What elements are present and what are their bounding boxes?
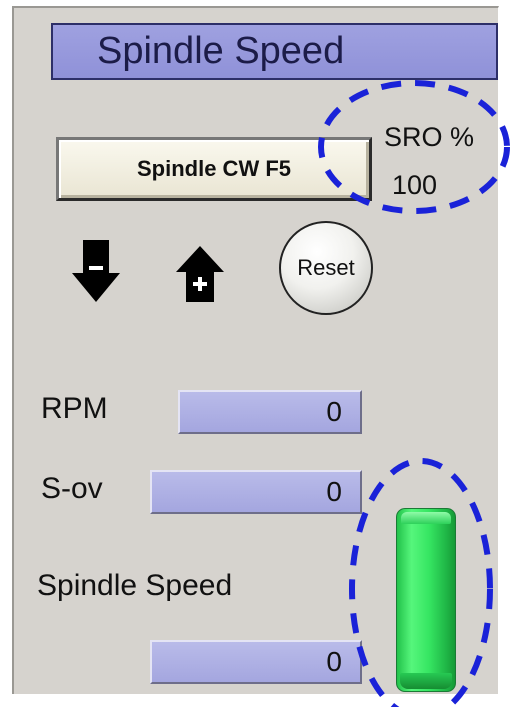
spindle-speed-display: 0: [150, 640, 362, 684]
arrow-down-minus-icon: [72, 240, 120, 302]
spindle-cw-button[interactable]: Spindle CW F5: [56, 137, 372, 201]
reset-button[interactable]: Reset: [279, 221, 373, 315]
speed-up-button[interactable]: [176, 246, 224, 302]
spindle-speed-bar: [396, 508, 456, 692]
rpm-label: RPM: [41, 392, 108, 425]
house-plus-icon: [176, 246, 224, 302]
spindle-speed-label: Spindle Speed: [37, 569, 233, 602]
speed-down-button[interactable]: [72, 240, 120, 302]
panel-title: Spindle Speed: [51, 23, 498, 80]
sro-label: SRO %: [384, 122, 475, 152]
sov-display: 0: [150, 470, 362, 514]
sro-value: 100: [392, 170, 438, 200]
rpm-display: 0: [178, 390, 362, 434]
sov-label: S-ov: [41, 472, 103, 505]
